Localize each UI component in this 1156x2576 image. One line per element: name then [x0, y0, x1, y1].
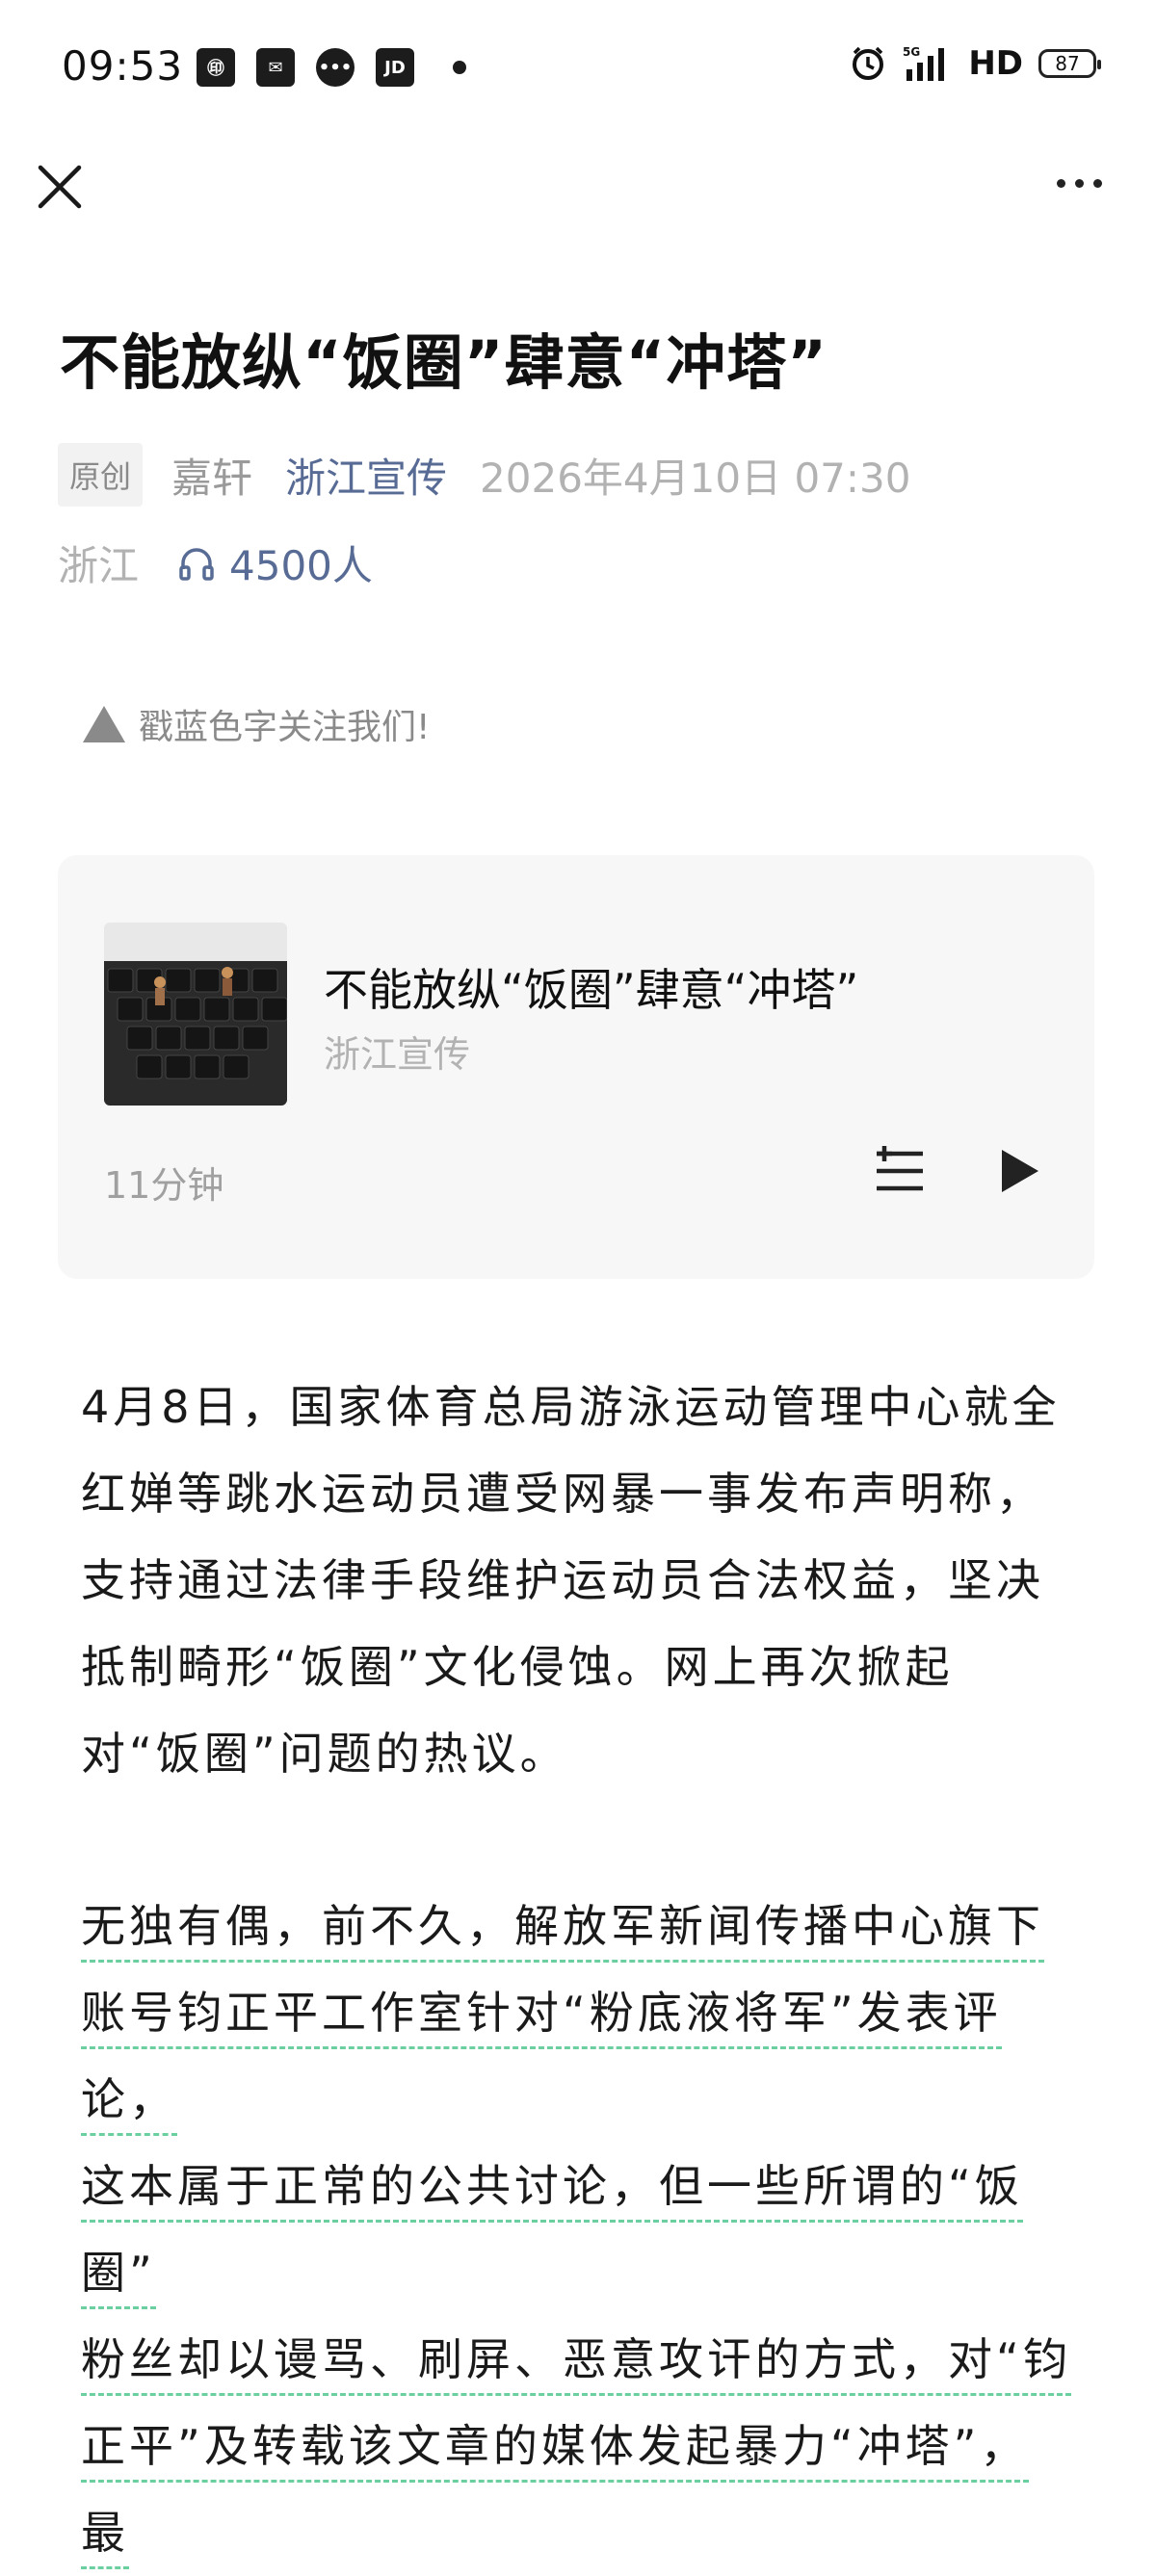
- article-title: 不能放纵“饭圈”肆意“冲塔”: [60, 327, 828, 398]
- body-paragraph-2-line[interactable]: 粉丝却以谩骂、刷屏、恶意攻讦的方式，对“钧: [81, 2333, 1071, 2396]
- up-triangle-icon: [83, 706, 125, 742]
- audio-card[interactable]: 不能放纵“饭圈”肆意“冲塔” 浙江宣传 11分钟: [58, 855, 1094, 1279]
- article-meta-secondary: 浙江 4500人: [58, 533, 373, 592]
- follow-tip: 戳蓝色字关注我们!: [83, 699, 430, 749]
- body-paragraph-2-line[interactable]: 正平”及转载该文章的媒体发起暴力“冲塔”，最: [81, 2420, 1029, 2569]
- more-options-icon[interactable]: [1057, 179, 1102, 188]
- hd-indicator: HD: [968, 44, 1023, 83]
- status-notification-icons: ㊞ ✉ ••• JD: [197, 48, 466, 87]
- follow-tip-text: 戳蓝色字关注我们!: [139, 708, 431, 747]
- audio-duration: 11分钟: [104, 1164, 224, 1207]
- battery-icon: 87: [1038, 49, 1101, 78]
- close-icon[interactable]: [33, 160, 87, 214]
- network-type-label: 5G: [903, 45, 920, 59]
- audio-cover-image: [104, 923, 287, 1106]
- status-system-icons: 5G HD 87: [849, 44, 1101, 83]
- audio-source: 浙江宣传: [324, 1033, 471, 1076]
- headphones-icon: [179, 547, 214, 581]
- body-paragraph-2-line[interactable]: 无独有偶，前不久，解放军新闻传播中心旗下: [81, 1900, 1044, 1963]
- gallery-notification-icon: ✉: [256, 48, 295, 87]
- listen-count-button[interactable]: 4500人: [177, 533, 373, 592]
- battery-level: 87: [1055, 52, 1080, 75]
- message-notification-icon: •••: [316, 48, 355, 87]
- body-paragraph-2-line[interactable]: 账号钧正平工作室针对“粉底液将军”发表评论，: [81, 1987, 1002, 2136]
- signal-icon: 5G: [903, 45, 945, 81]
- audio-title: 不能放纵“饭圈”肆意“冲塔”: [324, 964, 859, 1016]
- more-notifications-dot-icon: [453, 61, 466, 74]
- status-bar: 09:53 ㊞ ✉ ••• JD 5G HD 87: [0, 0, 1156, 135]
- alarm-icon: [853, 46, 884, 80]
- account-link[interactable]: 浙江宣传: [285, 446, 447, 505]
- body-paragraph-2: 无独有偶，前不久，解放军新闻传播中心旗下 账号钧正平工作室针对“粉底液将军”发表…: [81, 1883, 1073, 2576]
- jd-notification-icon: JD: [376, 48, 414, 87]
- playlist-icon[interactable]: [873, 1144, 927, 1198]
- original-badge: 原创: [58, 443, 144, 507]
- listen-count: 4500人: [229, 542, 373, 589]
- status-time: 09:53: [62, 42, 184, 90]
- publish-location: 浙江: [58, 542, 140, 589]
- article-meta: 原创 嘉轩 浙江宣传 2026年4月10日 07:30: [58, 443, 911, 507]
- app-notification-icon: ㊞: [197, 48, 235, 87]
- publish-date: 2026年4月10日 07:30: [480, 454, 911, 502]
- body-paragraph-2-line[interactable]: 这本属于正常的公共讨论，但一些所谓的“饭圈”: [81, 2160, 1023, 2309]
- author-name: 嘉轩: [171, 454, 253, 502]
- body-paragraph-1: 4月8日，国家体育总局游泳运动管理中心就全红婵等跳水运动员遭受网暴一事发布声明称…: [81, 1381, 1061, 1780]
- play-icon[interactable]: [994, 1146, 1044, 1196]
